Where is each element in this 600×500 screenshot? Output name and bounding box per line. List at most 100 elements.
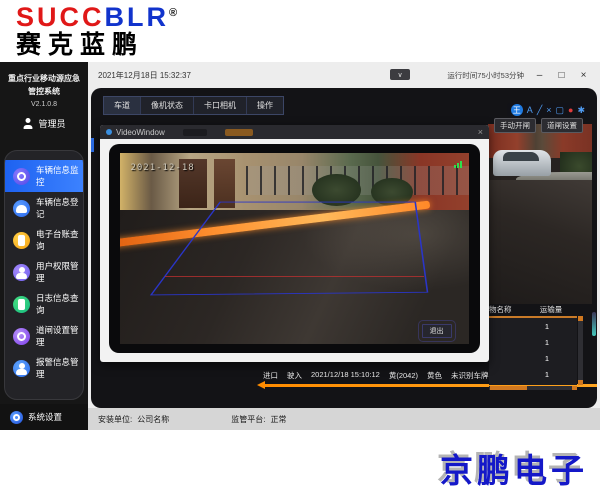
transport-table-header: 物名称 运输量 — [489, 303, 584, 315]
scene-road — [488, 180, 592, 304]
ticker-plate: 黄(2042) — [389, 370, 418, 381]
sidebar-item-gate-settings[interactable]: 道闸设置管理 — [5, 320, 83, 352]
brand-logo-cn: 赛克蓝鹏 — [16, 32, 177, 58]
manual-open-gate-button[interactable]: 手动开闸 — [494, 118, 536, 133]
close-button[interactable]: × — [577, 70, 590, 81]
gate-settings-button[interactable]: 道闸设置 — [541, 118, 583, 133]
sidebar-item-user-permission[interactable]: 用户权限管理 — [5, 256, 83, 288]
video-window-titlebar[interactable]: VideoWindow × — [100, 125, 489, 139]
registered-mark: ® — [169, 7, 177, 19]
sidebar-item-label: 电子台账查询 — [36, 228, 83, 252]
app-header: SUCCBLR® 赛克蓝鹏 — [0, 0, 600, 62]
log-query-icon — [13, 296, 30, 313]
brand-logo-en: SUCCBLR® — [16, 4, 177, 32]
vehicle-monitor-icon — [13, 168, 30, 185]
ticker-action: 驶入 — [287, 370, 302, 381]
scene-car — [493, 150, 551, 176]
cell-qty: 1 — [531, 370, 563, 379]
minimize-button[interactable]: – — [533, 70, 546, 81]
gear-tool-icon[interactable]: ✱ — [577, 106, 585, 115]
user-row: 管理员 — [0, 117, 88, 130]
transport-table-body: 1 1 1 1 — [489, 316, 577, 385]
gradient-indicator-bar — [592, 312, 596, 336]
sidebar-item-alarm-info[interactable]: 报警信息管理 — [5, 352, 83, 384]
tab-bar: 车道 像机状态 卡口相机 操作 — [103, 96, 284, 115]
table-row[interactable]: 1 — [489, 318, 577, 334]
chevron-down-icon[interactable]: ∨ — [390, 69, 410, 80]
version-label: V2.1.0.8 — [0, 101, 88, 108]
tab-camera-status[interactable]: 像机状态 — [141, 97, 194, 114]
status-bar: 安装单位: 公司名称 监管平台: 正常 — [88, 408, 600, 430]
gear-icon — [10, 411, 23, 424]
detection-zone-overlay — [120, 153, 469, 344]
sidebar-item-label: 日志信息查询 — [36, 292, 83, 316]
table-row[interactable]: 1 — [489, 334, 577, 350]
platform-label: 监管平台: — [231, 414, 265, 425]
sidebar-item-label: 用户权限管理 — [36, 260, 83, 284]
runtime-label: 运行时间75小时53分钟 — [447, 70, 524, 81]
user-icon — [22, 118, 33, 129]
col-header-name: 物名称 — [489, 304, 533, 315]
sidebar-item-vehicle-monitor[interactable]: 车辆信息监控 — [5, 160, 83, 192]
watermark-text: 京鹏电子 — [440, 444, 588, 492]
video-window-close-icon[interactable]: × — [478, 127, 483, 137]
maximize-button[interactable]: □ — [555, 70, 568, 81]
video-timestamp: 2021-12-18 — [130, 163, 194, 173]
text-tool-icon[interactable]: A — [527, 106, 533, 115]
sidebar-item-label: 车辆信息登记 — [36, 196, 83, 220]
monitor-tool-icon[interactable]: ▢ — [556, 106, 565, 115]
platform-value: 正常 — [270, 414, 286, 425]
footer: 京鹏电子 — [0, 430, 600, 500]
video-feed: 2021-12-18 退出 — [120, 153, 469, 344]
sidebar-item-label: 车辆信息监控 — [36, 164, 83, 188]
tab-lane[interactable]: 车道 — [104, 97, 141, 114]
user-permission-icon — [13, 264, 30, 281]
gate-buttons: 手动开闸 道闸设置 — [494, 118, 583, 133]
install-unit-value: 公司名称 — [137, 414, 169, 425]
system-settings-button[interactable]: 系统设置 — [0, 404, 88, 430]
system-title: 重点行业移动源应急管控系统 — [0, 62, 88, 100]
user-name: 管理员 — [38, 117, 65, 130]
vertical-scrollbar[interactable] — [578, 316, 583, 385]
titlebar-decor-orange — [225, 129, 253, 136]
app-window: SUCCBLR® 赛克蓝鹏 重点行业移动源应急管控系统 V2.1.0.8 管理员… — [0, 0, 600, 500]
main-area: 2021年12月18日 15:32:37 ∨ 运行时间75小时53分钟 – □ … — [88, 62, 600, 430]
vehicle-register-icon — [13, 200, 30, 217]
sidebar-item-vehicle-register[interactable]: 车辆信息登记 — [5, 192, 83, 224]
ticker-color: 黄色 — [427, 370, 442, 381]
logo-blr: BLR — [105, 2, 170, 32]
exit-button[interactable]: 退出 — [422, 324, 452, 338]
datetime-label: 2021年12月18日 15:32:37 — [98, 70, 191, 81]
video-window-dialog: VideoWindow × — [100, 125, 489, 362]
table-row[interactable]: 1 — [489, 350, 577, 366]
sidebar: 重点行业移动源应急管控系统 V2.1.0.8 管理员 车辆信息监控 车辆信息登记… — [0, 62, 88, 430]
ledger-query-icon — [13, 232, 30, 249]
user-badge-icon[interactable]: 王 — [511, 104, 523, 116]
logo-succ: SUCC — [16, 2, 105, 32]
main-topbar: 2021年12月18日 15:32:37 ∨ 运行时间75小时53分钟 – □ … — [88, 62, 600, 88]
cell-qty: 1 — [531, 354, 563, 363]
system-settings-label: 系统设置 — [28, 411, 62, 423]
video-window-icon — [106, 129, 112, 135]
record-tool-icon[interactable]: ● — [568, 106, 573, 115]
brand-logo: SUCCBLR® 赛克蓝鹏 — [16, 4, 177, 57]
sidebar-menu: 车辆信息监控 车辆信息登记 电子台账查询 用户权限管理 日志信息查询 — [4, 150, 84, 400]
close-tool-icon[interactable]: × — [546, 106, 551, 115]
sidebar-item-log-query[interactable]: 日志信息查询 — [5, 288, 83, 320]
horizontal-scrollbar[interactable] — [489, 386, 577, 390]
col-header-qty: 运输量 — [533, 304, 569, 315]
table-row[interactable]: 1 — [489, 366, 577, 382]
cell-qty: 1 — [531, 338, 563, 347]
tab-operation[interactable]: 操作 — [247, 97, 283, 114]
ticker-direction: 进口 — [263, 370, 278, 381]
video-window-title: VideoWindow — [116, 128, 165, 137]
background-camera-feed — [488, 124, 592, 304]
ticker-time: 2021/12/18 15:10:12 — [311, 370, 380, 381]
tab-checkpoint-camera[interactable]: 卡口相机 — [194, 97, 247, 114]
monitor-panel: 车道 像机状态 卡口相机 操作 王 A — [91, 88, 597, 408]
video-bezel: 2021-12-18 退出 — [109, 144, 480, 353]
gate-settings-icon — [13, 328, 30, 345]
ticker-status: 未识别车牌 — [451, 370, 489, 381]
sidebar-item-ledger-query[interactable]: 电子台账查询 — [5, 224, 83, 256]
draw-tool-icon[interactable]: ╱ — [537, 106, 542, 115]
